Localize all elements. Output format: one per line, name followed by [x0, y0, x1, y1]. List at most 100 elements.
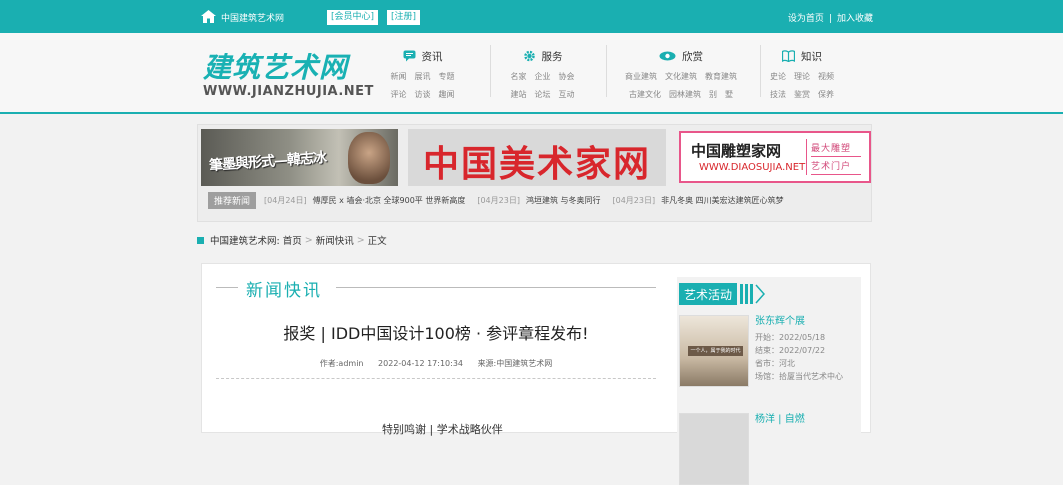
nav-column-knowledge: 知识 史论 理论 视频 技法 鉴赏 保养	[747, 48, 857, 103]
nav-link[interactable]: 企业	[535, 71, 551, 82]
news-date: [04月24日]	[264, 195, 307, 205]
article-title: 报奖 | IDD中国设计100榜 · 参评章程发布!	[283, 324, 589, 343]
sidebar-title: 艺术活动	[679, 283, 738, 305]
nav-column-service: 服务 名家 企业 协会 建站 论坛 互动	[475, 48, 610, 103]
nav-title-gallery[interactable]: 欣赏	[682, 49, 703, 64]
home-icon[interactable]	[200, 9, 217, 24]
ad-title: 中国雕塑家网	[691, 142, 782, 160]
ad-url: WWW.DIAOSUJIA.NET	[699, 162, 806, 173]
site-home-link[interactable]: 中国建筑艺术网	[221, 11, 284, 24]
nav-title-news[interactable]: 资讯	[422, 49, 443, 64]
nav-link[interactable]: 论坛	[535, 89, 551, 100]
ad-tag: 艺术门户	[811, 157, 861, 175]
breadcrumb-home[interactable]: 首页	[283, 233, 302, 247]
news-ticker-item[interactable]: [04月23日] 鸿垣建筑 与冬奥同行	[477, 195, 600, 206]
sidebar-header: 艺术活动	[679, 283, 766, 305]
nav-link[interactable]: 商业建筑	[625, 71, 657, 82]
news-headline: 鸿垣建筑 与冬奥同行	[525, 195, 601, 205]
nav-link[interactable]: 视频	[818, 71, 834, 82]
article-body: 特别鸣谢 | 学术战略伙伴	[382, 423, 503, 436]
breadcrumb-separator: >	[356, 234, 365, 246]
nav-link[interactable]: 史论	[770, 71, 786, 82]
nav-link[interactable]: 文化建筑	[665, 71, 697, 82]
nav-column-news: 资讯 新闻 展讯 专题 评论 访谈 趣闻	[355, 48, 490, 103]
ad-banner-han-zhibing[interactable]: 筆墨與形式—韓志冰	[201, 129, 398, 186]
member-center-button[interactable]: [会员中心]	[327, 10, 379, 25]
news-ticker-label: 推荐新闻	[208, 191, 257, 209]
ad-tag: 最大雕塑	[811, 139, 861, 157]
article-meta: 作者:admin 2022-04-12 17:10:34 来源:中国建筑艺术网	[216, 358, 656, 369]
ad-banner-china-artist[interactable]: 中国美术家网	[408, 129, 666, 186]
breadcrumb-category[interactable]: 新闻快讯	[316, 233, 354, 247]
main-content: 新闻快讯 报奖 | IDD中国设计100榜 · 参评章程发布! 作者:admin…	[201, 263, 871, 485]
breadcrumb: 中国建筑艺术网: 首页 > 新闻快讯 > 正文	[197, 233, 387, 247]
news-ticker-item[interactable]: [04月24日] 傅厚民 x 墙会·北京 全球900平 世界新高度	[264, 195, 465, 206]
divider	[216, 287, 238, 288]
nav-link[interactable]: 访谈	[415, 89, 431, 100]
event-end: 结束：2022/07/22	[755, 346, 826, 355]
breadcrumb-marker	[197, 236, 204, 244]
event-start: 开始：2022/05/18	[755, 333, 826, 342]
event-info: 张东辉个展 开始：2022/05/18 结束：2022/07/22 省市：河北 …	[755, 315, 843, 383]
nav-link[interactable]: 保养	[818, 89, 834, 100]
event-thumbnail[interactable]	[679, 413, 749, 485]
news-headline: 非凡冬奥 四川美宏达建筑匠心筑梦	[661, 195, 784, 205]
nav-link[interactable]: 互动	[559, 89, 575, 100]
breadcrumb-site[interactable]: 中国建筑艺术网:	[210, 233, 280, 247]
sidebar-art-events: 艺术活动 一个人，属于我的时代 张东辉个展 开始：2022/05/18 结束：2…	[677, 277, 861, 485]
nav-link[interactable]: 评论	[391, 89, 407, 100]
nav-column-gallery: 欣赏 商业建筑 文化建筑 教育建筑 古建文化 园林建筑 别 墅	[606, 48, 756, 103]
top-right-links: 设为首页 | 加入收藏	[788, 11, 873, 24]
register-button[interactable]: [注册]	[387, 10, 421, 25]
portrait-image	[348, 132, 390, 184]
nav-link[interactable]: 理论	[794, 71, 810, 82]
ad-text: 中国美术家网	[422, 143, 651, 185]
section-title: 新闻快讯	[246, 281, 322, 301]
nav-title-knowledge[interactable]: 知识	[801, 49, 822, 64]
book-icon	[782, 50, 795, 62]
nav-link[interactable]: 建站	[511, 89, 527, 100]
article-datetime: 2022-04-12 17:10:34	[378, 359, 464, 368]
banner-area: 筆墨與形式—韓志冰 中国美术家网 中国雕塑家网 WWW.DIAOSUJIA.NE…	[197, 124, 872, 222]
nav-link[interactable]: 古建文化	[629, 89, 661, 100]
nav-link[interactable]: 鉴赏	[794, 89, 810, 100]
nav-link[interactable]: 新闻	[391, 71, 407, 82]
separator: |	[828, 14, 832, 24]
site-header: 建筑艺术网 WWW.JIANZHUJIA.NET 资讯 新闻 展讯 专题 评论 …	[0, 33, 1063, 114]
nav-link[interactable]: 别 墅	[709, 89, 733, 100]
top-bar: 中国建筑艺术网 [会员中心] [注册] 设为首页 | 加入收藏	[0, 0, 1063, 33]
news-headline: 傅厚民 x 墙会·北京 全球900平 世界新高度	[312, 195, 466, 205]
breadcrumb-separator: >	[304, 234, 313, 246]
nav-link[interactable]: 名家	[511, 71, 527, 82]
news-date: [04月23日]	[477, 195, 520, 205]
nav-title-service[interactable]: 服务	[542, 49, 563, 64]
nav-link[interactable]: 园林建筑	[669, 89, 701, 100]
nav-link[interactable]: 专题	[439, 71, 455, 82]
event-name[interactable]: 杨洋 | 自燃	[755, 413, 805, 427]
set-homepage-link[interactable]: 设为首页	[788, 14, 824, 24]
event-name[interactable]: 张东辉个展	[755, 315, 843, 329]
news-ticker: 推荐新闻 [04月24日] 傅厚民 x 墙会·北京 全球900平 世界新高度 [0…	[208, 191, 796, 209]
divider	[336, 287, 656, 288]
event-thumbnail[interactable]: 一个人，属于我的时代	[679, 315, 749, 387]
chat-icon	[403, 50, 415, 62]
nav-link[interactable]: 展讯	[415, 71, 431, 82]
breadcrumb-current: 正文	[367, 236, 387, 247]
ad-tags: 最大雕塑 艺术门户	[806, 139, 866, 175]
event-province: 省市：河北	[755, 359, 795, 368]
section-header: 新闻快讯	[216, 276, 656, 301]
nav-link[interactable]: 协会	[559, 71, 575, 82]
nav-link[interactable]: 技法	[770, 89, 786, 100]
ad-banner-sculpture[interactable]: 中国雕塑家网 WWW.DIAOSUJIA.NET 最大雕塑 艺术门户	[679, 131, 871, 183]
news-ticker-item[interactable]: [04月23日] 非凡冬奥 四川美宏达建筑匠心筑梦	[613, 195, 784, 206]
add-favorite-link[interactable]: 加入收藏	[837, 14, 873, 24]
article-source: 来源:中国建筑艺术网	[477, 359, 553, 368]
thumbnail-caption: 一个人，属于我的时代	[688, 346, 743, 356]
nav-link[interactable]: 趣闻	[439, 89, 455, 100]
logo-chinese[interactable]: 建筑艺术网	[203, 46, 348, 86]
nav-link[interactable]: 教育建筑	[705, 71, 737, 82]
eye-icon	[659, 51, 676, 61]
dotted-divider	[216, 378, 656, 379]
arrow-bars-icon	[740, 284, 766, 304]
gear-icon	[523, 50, 535, 62]
